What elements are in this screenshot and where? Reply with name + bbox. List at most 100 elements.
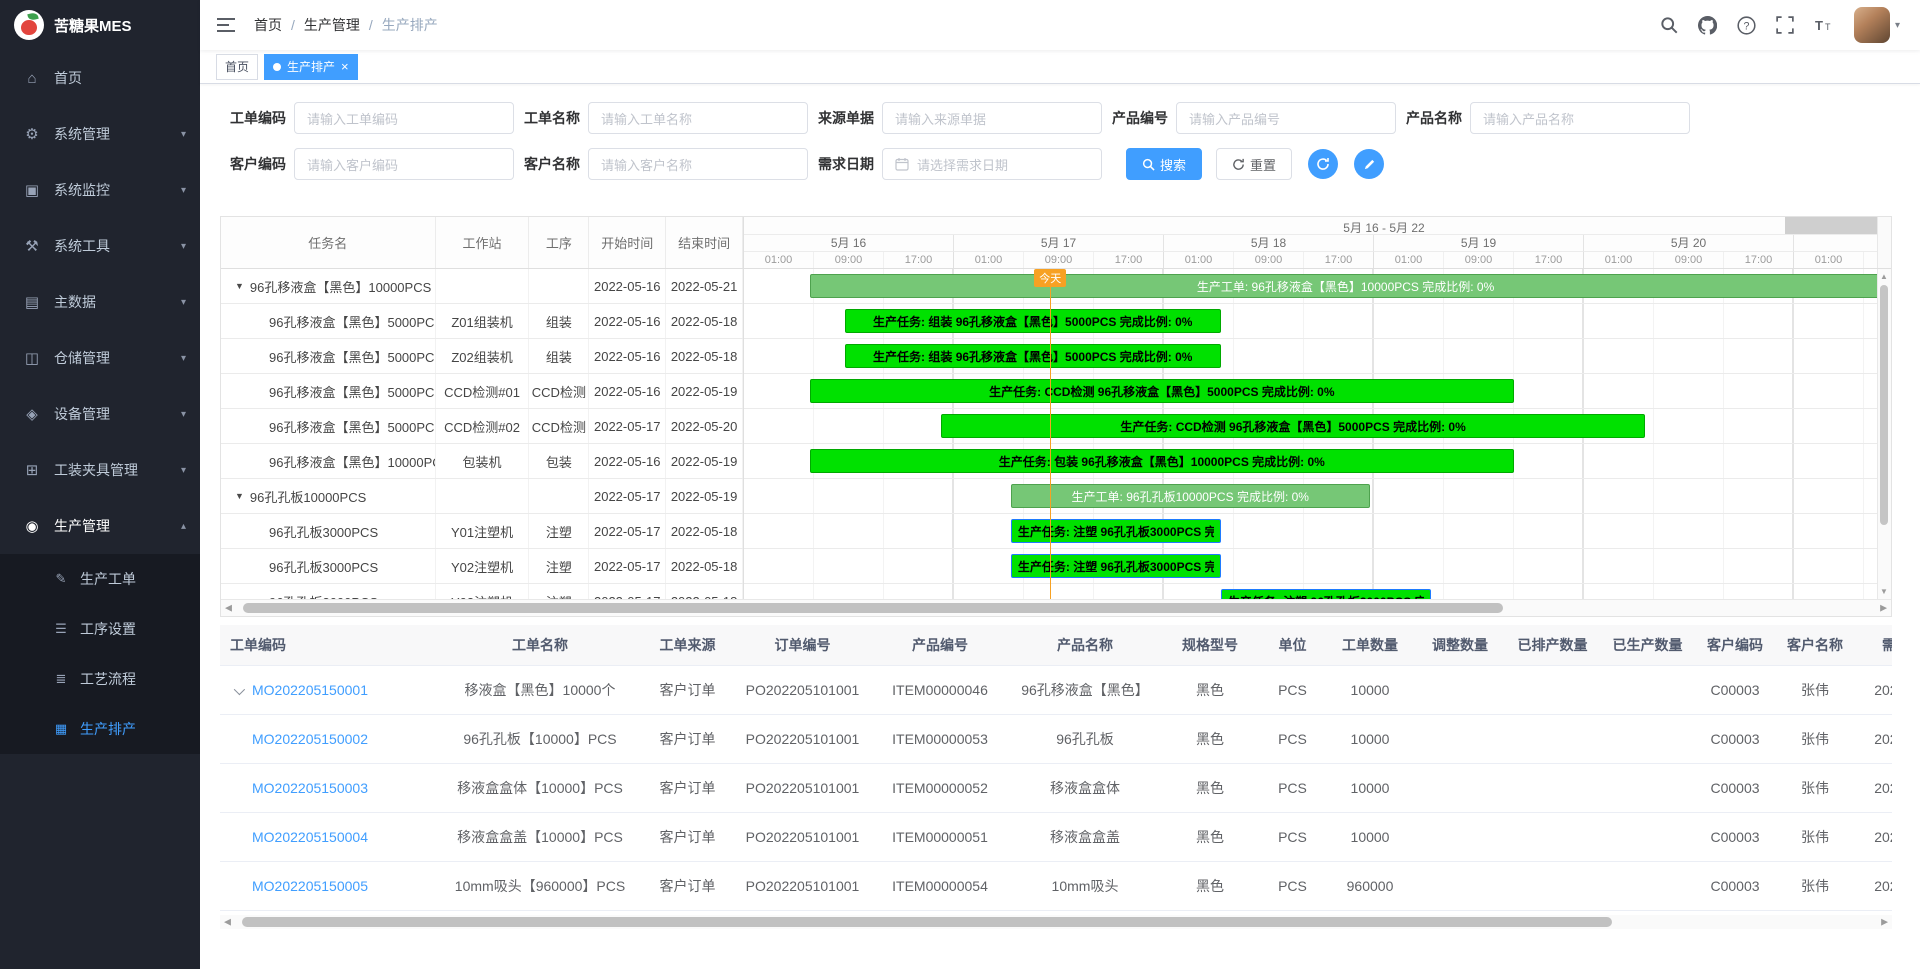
gantt-grid-row[interactable]: 96孔移液盒【黑色】5000PCSCCD检测#02CCD检测2022-05-17… <box>221 409 743 444</box>
workorder-code-cell: MO202205150005 <box>220 861 440 910</box>
scrollbar-thumb[interactable] <box>243 603 1503 613</box>
breadcrumb-item[interactable]: 生产管理 <box>304 15 360 35</box>
scrollbar-thumb[interactable] <box>1880 285 1888 525</box>
gantt-grid-row[interactable]: ▼96孔孔板10000PCS2022-05-172022-05-19 <box>221 479 743 514</box>
breadcrumb-item[interactable]: 首页 <box>254 15 282 35</box>
table-horizontal-scrollbar[interactable]: ◀ ▶ <box>220 915 1892 929</box>
scroll-right-arrow[interactable]: ▶ <box>1881 916 1888 927</box>
gantt-task-bar[interactable]: 生产任务: 组装 96孔移液盒【黑色】5000PCS 完成比例: 0% <box>845 344 1221 368</box>
table-cell: 2022-05-20 <box>1855 665 1892 714</box>
scroll-down-arrow[interactable]: ▼ <box>1880 587 1888 596</box>
gantt-grid-row[interactable]: 96孔孔板3000PCSY02注塑机注塑2022-05-172022-05-18 <box>221 549 743 584</box>
sidebar-toggle-icon[interactable] <box>216 16 236 34</box>
tree-expand-icon[interactable]: ▼ <box>235 491 244 501</box>
gantt-task-bar[interactable]: 生产任务: 注塑 96孔孔板3000PCS 完成比例: 0% <box>1011 519 1221 543</box>
text-input[interactable]: 请输入来源单据 <box>882 102 1102 134</box>
gantt-task-bar[interactable]: 生产任务: 组装 96孔移液盒【黑色】5000PCS 完成比例: 0% <box>845 309 1221 333</box>
gantt-task-bar[interactable]: 生产任务: 注塑 96孔孔板3000PCS 完成比例: 0% <box>1011 554 1221 578</box>
sidebar-subitem-flow[interactable]: ≣工艺流程 <box>0 654 200 704</box>
gantt-task-bar[interactable]: 生产任务: 注塑 96孔孔板3000PCS 完成比例: 0% <box>1221 589 1431 599</box>
table-cell: C00003 <box>1695 861 1775 910</box>
date-input[interactable]: 请选择需求日期 <box>882 148 1102 180</box>
scrollbar-thumb[interactable] <box>242 917 1612 927</box>
scroll-left-arrow[interactable]: ◀ <box>224 916 231 927</box>
workorder-code-link[interactable]: MO202205150003 <box>252 780 368 796</box>
github-icon[interactable] <box>1698 16 1717 35</box>
sidebar-item-warehouse[interactable]: ◫仓储管理▾ <box>0 330 200 386</box>
text-input[interactable]: 请输入产品编号 <box>1176 102 1396 134</box>
workorder-code-link[interactable]: MO202205150002 <box>252 731 368 747</box>
help-icon[interactable]: ? <box>1737 16 1756 35</box>
table-row[interactable]: MO20220515000510mm吸头【960000】PCS客户订单PO202… <box>220 861 1892 910</box>
workorder-code-link[interactable]: MO202205150001 <box>252 682 368 698</box>
gantt-grid-row[interactable]: ▼96孔移液盒【黑色】10000PCS2022-05-162022-05-21 <box>221 269 743 304</box>
gantt-cell: 2022-05-16 <box>589 269 666 303</box>
fullscreen-icon[interactable] <box>1776 16 1794 34</box>
tree-expand-icon[interactable]: ▼ <box>235 281 244 291</box>
table-cell: 移液盒盒体 <box>1010 763 1160 812</box>
gantt-grid-row[interactable]: 96孔移液盒【黑色】5000PCSZ02组装机组装2022-05-162022-… <box>221 339 743 374</box>
refresh-button[interactable] <box>1308 149 1338 179</box>
text-input[interactable]: 请输入产品名称 <box>1470 102 1690 134</box>
text-input[interactable]: 请输入客户编码 <box>294 148 514 180</box>
task-name-text: 96孔孔板3000PCS <box>269 522 378 541</box>
user-avatar[interactable]: ▾ <box>1854 7 1900 43</box>
reset-button[interactable]: 重置 <box>1216 148 1292 180</box>
gantt-bar-label: 生产任务: 注塑 96孔孔板3000PCS 完成比例: 0% <box>1228 593 1424 600</box>
gantt-cell <box>529 479 589 513</box>
sidebar-item-equipment[interactable]: ◈设备管理▾ <box>0 386 200 442</box>
table-row[interactable]: MO202205150003移液盒盒体【10000】PCS客户订单PO20220… <box>220 763 1892 812</box>
warehouse-icon: ◫ <box>22 349 42 367</box>
sidebar-item-label: 系统工具 <box>54 236 181 256</box>
sidebar-item-fixture[interactable]: ⊞工装夹具管理▾ <box>0 442 200 498</box>
sidebar-item-monitor[interactable]: ▣系统监控▾ <box>0 162 200 218</box>
gantt-grid-row[interactable]: 96孔移液盒【黑色】5000PCSCCD检测#01CCD检测2022-05-16… <box>221 374 743 409</box>
tab-item[interactable]: 首页 <box>216 54 258 80</box>
timeline-hour-label: 01:00 <box>1164 252 1234 269</box>
gantt-grid-row[interactable]: 96孔移液盒【黑色】5000PCSZ01组装机组装2022-05-162022-… <box>221 304 743 339</box>
workorder-code-link[interactable]: MO202205150004 <box>252 829 368 845</box>
scroll-left-arrow[interactable]: ◀ <box>225 603 232 614</box>
gantt-grid-row[interactable]: 96孔孔板3000PCSY03注塑机注塑2022-05-172022-05-18 <box>221 584 743 599</box>
gantt-task-bar[interactable]: 生产任务: CCD检测 96孔移液盒【黑色】5000PCS 完成比例: 0% <box>810 379 1514 403</box>
sidebar-item-production[interactable]: ◉生产管理▴ <box>0 498 200 554</box>
gantt-task-bar[interactable]: 生产任务: CCD检测 96孔移液盒【黑色】5000PCS 完成比例: 0% <box>941 414 1645 438</box>
sidebar-item-tools[interactable]: ⚒系统工具▾ <box>0 218 200 274</box>
table-row[interactable]: MO202205150004移液盒盒盖【10000】PCS客户订单PO20220… <box>220 812 1892 861</box>
sidebar-item-gear[interactable]: ⚙系统管理▾ <box>0 106 200 162</box>
scroll-right-arrow[interactable]: ▶ <box>1880 603 1887 614</box>
workorder-code-link[interactable]: MO202205150005 <box>252 878 368 894</box>
text-input[interactable]: 请输入客户名称 <box>588 148 808 180</box>
scroll-up-arrow[interactable]: ▲ <box>1880 272 1888 281</box>
app-logo-icon <box>14 10 44 40</box>
app-logo[interactable]: 苦糖果MES <box>0 0 200 50</box>
sidebar-subitem-schedule[interactable]: ▦生产排产 <box>0 704 200 754</box>
sidebar-subitem-process[interactable]: ☰工序设置 <box>0 604 200 654</box>
sidebar-item-home[interactable]: ⌂首页 <box>0 50 200 106</box>
tab-active[interactable]: 生产排产× <box>264 54 358 80</box>
gantt-horizontal-scrollbar[interactable]: ◀ ▶ <box>221 599 1891 616</box>
tab-close-icon[interactable]: × <box>341 60 349 73</box>
gantt-vertical-scrollbar[interactable]: ▲ ▼ <box>1877 269 1891 599</box>
text-input[interactable]: 请输入工单编码 <box>294 102 514 134</box>
table-row[interactable]: MO202205150001移液盒【黑色】10000个客户订单PO2022051… <box>220 665 1892 714</box>
font-size-icon[interactable]: TT <box>1814 16 1834 34</box>
search-button[interactable]: 搜索 <box>1126 148 1202 180</box>
sidebar-item-database[interactable]: ▤主数据▾ <box>0 274 200 330</box>
table-cell: 10000 <box>1325 714 1415 763</box>
gantt-grid-row[interactable]: 96孔孔板3000PCSY01注塑机注塑2022-05-172022-05-18 <box>221 514 743 549</box>
filter-label: 客户编码 <box>230 154 286 174</box>
sidebar-subitem-workorder[interactable]: ✎生产工单 <box>0 554 200 604</box>
gantt-grid-row[interactable]: 96孔移液盒【黑色】10000PCS包装机包装2022-05-162022-05… <box>221 444 743 479</box>
gantt-workorder-bar[interactable]: 生产工单: 96孔孔板10000PCS 完成比例: 0% <box>1011 484 1370 508</box>
edit-button[interactable] <box>1354 149 1384 179</box>
chevron-up-icon: ▴ <box>181 521 186 532</box>
gantt-workorder-bar[interactable]: 生产工单: 96孔移液盒【黑色】10000PCS 完成比例: 0% <box>810 274 1877 298</box>
text-input[interactable]: 请输入工单名称 <box>588 102 808 134</box>
gantt-task-bar[interactable]: 生产任务: 包装 96孔移液盒【黑色】10000PCS 完成比例: 0% <box>810 449 1514 473</box>
expand-row-icon[interactable] <box>234 683 245 694</box>
filter-label: 产品名称 <box>1406 108 1462 128</box>
gantt-cell: 2022-05-16 <box>589 374 666 408</box>
search-icon[interactable] <box>1660 16 1678 34</box>
table-row[interactable]: MO20220515000296孔孔板【10000】PCS客户订单PO20220… <box>220 714 1892 763</box>
